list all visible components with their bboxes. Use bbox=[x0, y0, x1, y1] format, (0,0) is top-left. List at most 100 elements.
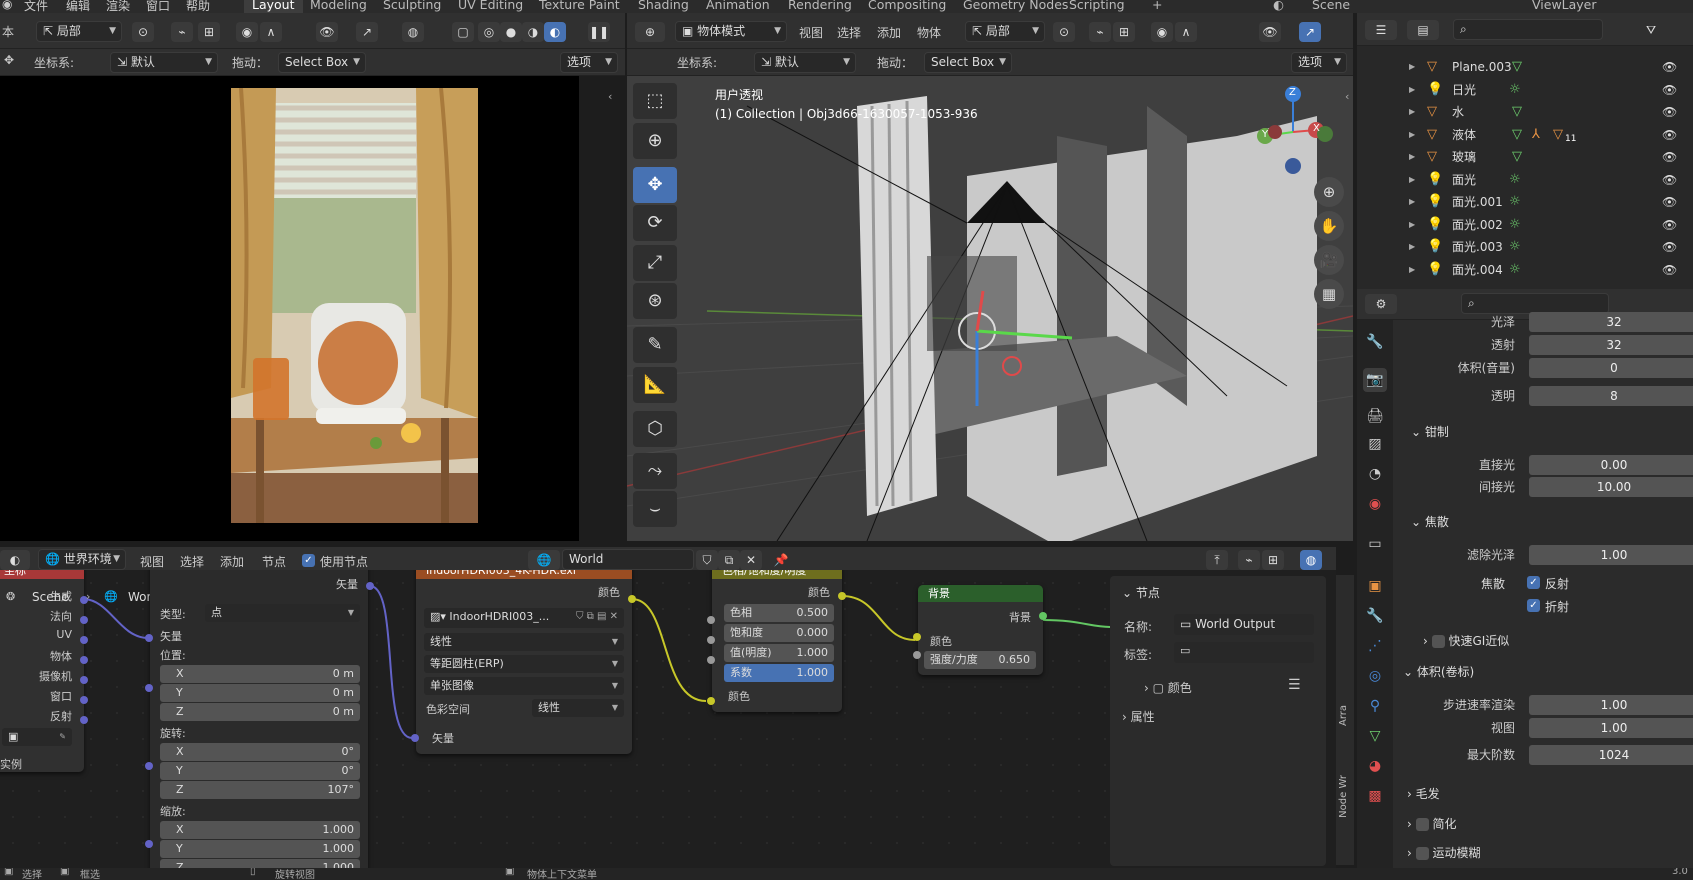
node-menu-view[interactable]: 视图 bbox=[140, 553, 164, 570]
breadcrumb-scene[interactable]: Scene bbox=[32, 590, 69, 604]
viewport-menu-view[interactable]: 视图 bbox=[799, 24, 823, 41]
measure-tool-icon[interactable]: 📐 bbox=[633, 367, 677, 403]
shading-material-icon[interactable]: ◑ bbox=[522, 22, 544, 42]
socket-env-out[interactable] bbox=[628, 595, 636, 603]
parent-node-icon[interactable]: ⤒ bbox=[1206, 550, 1228, 570]
node-menu-add[interactable]: 添加 bbox=[220, 553, 244, 570]
visibility-eye-icon[interactable]: 👁 bbox=[1662, 236, 1677, 258]
socket-bg-strength-in[interactable] bbox=[913, 651, 921, 659]
workspace-tab-texture-paint[interactable]: Texture Paint bbox=[539, 0, 620, 12]
modifier-icon[interactable]: ⅄ bbox=[1532, 124, 1540, 146]
outliner-editor-icon[interactable]: ☰ bbox=[1365, 20, 1397, 40]
duplicate-icon[interactable]: ⧉ bbox=[718, 550, 740, 570]
filter-glossy-value[interactable]: 1.00 bbox=[1529, 545, 1693, 565]
workspace-tab-scripting[interactable]: Scripting bbox=[1069, 0, 1125, 12]
node-label-field[interactable]: ▭ bbox=[1174, 642, 1314, 663]
options-dropdown[interactable]: 选项 ▼ bbox=[1291, 52, 1347, 73]
coord-system-dropdown[interactable]: ⇲ 默认 ▼ bbox=[110, 52, 218, 73]
shading-rendered-icon[interactable]: ◐ bbox=[544, 22, 566, 42]
visibility-eye-icon[interactable]: 👁 bbox=[1662, 169, 1677, 191]
viewport-menu-select[interactable]: 选择 bbox=[837, 24, 861, 41]
tab-node-wrangler[interactable]: Node Wr bbox=[1338, 775, 1349, 818]
caustics-label[interactable]: 焦散 bbox=[1481, 575, 1505, 592]
volume-step-rate-render-value[interactable]: 1.00 bbox=[1529, 695, 1693, 715]
use-nodes-checkbox[interactable]: ✓ bbox=[302, 554, 315, 567]
motion-blur-checkbox[interactable] bbox=[1415, 847, 1429, 860]
refractive-caustics[interactable]: ✓ 折射 bbox=[1527, 598, 1569, 615]
expand-arrow-icon[interactable]: ▶ bbox=[1409, 146, 1415, 168]
scale-tool-icon[interactable]: ⤢ bbox=[633, 245, 677, 281]
transform-tool-icon[interactable]: ⊛ bbox=[633, 283, 677, 319]
colorspace-dropdown[interactable]: 线性 ▼ bbox=[532, 699, 624, 717]
outliner-search[interactable]: ⌕ bbox=[1453, 19, 1603, 40]
material-icon[interactable]: ▽ bbox=[1553, 124, 1563, 146]
visibility-icon[interactable]: 👁 bbox=[1259, 22, 1281, 42]
workspace-tab-rendering[interactable]: Rendering bbox=[788, 0, 852, 12]
factor-field[interactable]: 系数 1.000 bbox=[724, 664, 834, 682]
output-tab-icon[interactable]: 🖨 bbox=[1363, 404, 1387, 428]
view-layer-name[interactable]: ViewLayer bbox=[1532, 0, 1597, 12]
node-menu-node[interactable]: 节点 bbox=[262, 553, 286, 570]
tab-array[interactable]: Arra bbox=[1338, 705, 1349, 726]
socket-normal[interactable] bbox=[80, 616, 88, 624]
node-name-field[interactable]: ▭ World Output bbox=[1174, 614, 1314, 635]
hue-field[interactable]: 色相 0.500 bbox=[724, 604, 834, 622]
pivot-icon[interactable]: ⊙ bbox=[1053, 22, 1075, 42]
environment-texture-node[interactable]: IndoorHDRI003_4K-HDR.exr 颜色 ▨▾ IndoorHDR… bbox=[416, 570, 632, 754]
socket-mapping-out[interactable] bbox=[366, 582, 374, 590]
transmission-bounces-value[interactable]: 32 bbox=[1529, 335, 1693, 355]
fast-gi-checkbox[interactable] bbox=[1431, 635, 1445, 648]
options-dropdown[interactable]: 选项 ▼ bbox=[560, 52, 618, 73]
add-workspace-icon[interactable]: + bbox=[1152, 0, 1162, 12]
menu-help[interactable]: 帮助 bbox=[186, 0, 210, 13]
expand-arrow-icon[interactable]: ▶ bbox=[1409, 56, 1415, 78]
object-tab-icon[interactable]: ▣ bbox=[1363, 574, 1387, 598]
view-layer-tab-icon[interactable]: ▨ bbox=[1363, 432, 1387, 456]
socket-bg-out[interactable] bbox=[1039, 612, 1047, 620]
ortho-grid-icon[interactable]: ▦ bbox=[1314, 279, 1344, 309]
pan-hand-icon[interactable]: ✋ bbox=[1314, 211, 1344, 241]
expand-arrow-icon[interactable]: ▶ bbox=[1409, 124, 1415, 146]
location-x-field[interactable]: X0 m bbox=[160, 665, 360, 683]
outliner-item[interactable]: ▶ 💡 面光 ☼ 👁 bbox=[1357, 169, 1693, 191]
mesh-data-icon[interactable]: ▽ bbox=[1512, 101, 1522, 123]
menu-edit[interactable]: 编辑 bbox=[66, 0, 90, 13]
world-name-field[interactable]: World bbox=[562, 549, 694, 570]
socket-scale-in[interactable] bbox=[145, 840, 153, 848]
visibility-eye-icon[interactable]: 👁 bbox=[1662, 124, 1677, 146]
move-tool-icon[interactable]: ✥ bbox=[633, 167, 677, 203]
display-mode-icon[interactable]: ▤ bbox=[1407, 20, 1439, 40]
hue-saturation-node[interactable]: 色相/饱和度/明度 颜色 色相 0.500 饱和度 0.000 值(明度) 1.000… bbox=[712, 570, 842, 712]
volume-step-rate-viewport-value[interactable]: 1.00 bbox=[1529, 718, 1693, 738]
socket-uv[interactable] bbox=[80, 636, 88, 644]
expand-arrow-icon[interactable]: ▶ bbox=[1409, 169, 1415, 191]
texture-tab-icon[interactable]: ▩ bbox=[1363, 784, 1387, 808]
scene-name[interactable]: Scene bbox=[1312, 0, 1350, 12]
gizmo-icon[interactable]: ↗ bbox=[356, 22, 378, 42]
rotation-y-field[interactable]: Y 0° bbox=[160, 762, 360, 780]
volume-max-steps-value[interactable]: 1024 bbox=[1529, 745, 1693, 765]
saturation-field[interactable]: 饱和度 0.000 bbox=[724, 624, 834, 642]
annotate-tool-icon[interactable]: ✎ bbox=[633, 327, 677, 363]
socket-saturation-in[interactable] bbox=[707, 636, 715, 644]
socket-hue-in[interactable] bbox=[707, 616, 715, 624]
simplify-section[interactable]: › 简化 bbox=[1407, 815, 1456, 832]
light-data-icon[interactable]: ☼ bbox=[1509, 236, 1521, 258]
simplify-checkbox[interactable] bbox=[1415, 818, 1429, 831]
zoom-icon[interactable]: ⊕ bbox=[1314, 177, 1344, 207]
refractive-caustics-checkbox[interactable]: ✓ bbox=[1527, 599, 1540, 612]
properties-editor-icon[interactable]: ⚙ bbox=[1365, 294, 1397, 314]
viewport-menu-add[interactable]: 添加 bbox=[877, 24, 901, 41]
cursor-tool-icon[interactable]: ⊕ bbox=[633, 123, 677, 159]
bg-strength-field[interactable]: 强度/力度 0.650 bbox=[924, 651, 1036, 669]
blender-logo-icon[interactable]: ◉ bbox=[2, 0, 12, 11]
value-field[interactable]: 值(明度) 1.000 bbox=[724, 644, 834, 662]
add-cube-tool-icon[interactable]: ⬡ bbox=[633, 411, 677, 447]
socket-reflection[interactable] bbox=[80, 716, 88, 724]
transparent-bounces-value[interactable]: 8 bbox=[1529, 386, 1693, 406]
properties-search[interactable]: ⌕ bbox=[1461, 293, 1609, 314]
extrude-curve-tool-icon[interactable]: ⌣ bbox=[633, 491, 677, 527]
visibility-eye-icon[interactable]: 👁 bbox=[1662, 191, 1677, 213]
scale-y-field[interactable]: Y 1.000 bbox=[160, 840, 360, 858]
snap-target-icon[interactable]: ⊞ bbox=[198, 22, 220, 42]
